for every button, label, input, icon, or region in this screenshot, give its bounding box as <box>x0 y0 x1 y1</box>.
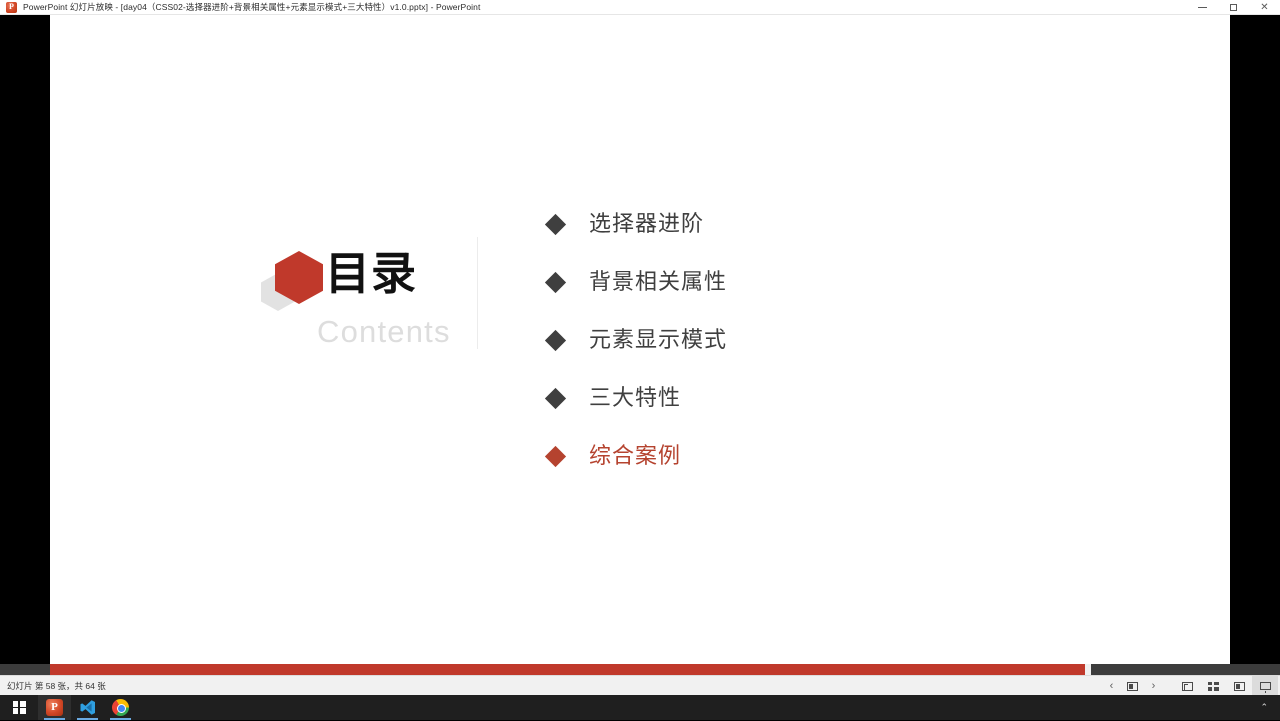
close-button[interactable]: ✕ <box>1249 0 1280 15</box>
hexagon-red-icon <box>275 251 323 304</box>
list-item-label: 选择器进阶 <box>589 211 705 237</box>
taskbar-powerpoint[interactable] <box>38 695 71 720</box>
chevron-right-icon: › <box>1151 679 1156 692</box>
list-item[interactable]: 元素显示模式 <box>544 321 965 360</box>
view-reading-button[interactable] <box>1226 676 1252 696</box>
minimize-button[interactable] <box>1187 0 1218 15</box>
table-of-contents-list: 选择器进阶 背景相关属性 元素显示模式 三大特性 综合案例 <box>544 205 965 476</box>
next-slide-button[interactable]: › <box>1143 676 1164 696</box>
slideshow-progress-handle[interactable] <box>1085 664 1091 675</box>
title-bar: PowerPoint 幻灯片放映 - [day04（CSS02-选择器进阶+背景… <box>0 0 1280 15</box>
slide-thumbnail-button[interactable] <box>1122 676 1143 696</box>
list-item-active[interactable]: 综合案例 <box>544 437 965 476</box>
diamond-bullet-icon <box>544 445 567 468</box>
slide-preview-icon <box>1127 681 1138 691</box>
vertical-divider <box>477 237 478 349</box>
list-item[interactable]: 三大特性 <box>544 379 965 418</box>
list-item[interactable]: 选择器进阶 <box>544 205 965 244</box>
slide-sorter-icon <box>1207 681 1219 691</box>
list-item[interactable]: 背景相关属性 <box>544 263 965 302</box>
windows-start-icon[interactable] <box>0 695 38 720</box>
contents-title-en: Contents <box>317 314 451 349</box>
view-slideshow-button[interactable] <box>1252 676 1278 696</box>
taskbar-vscode[interactable] <box>71 695 104 720</box>
diamond-bullet-icon <box>544 271 567 294</box>
show-hidden-icons-chevron[interactable]: ⌃ <box>1252 695 1276 720</box>
slideshow-progress-track[interactable] <box>0 664 1280 675</box>
normal-view-icon <box>1181 681 1193 691</box>
slide-canvas[interactable]: 目录 Contents 选择器进阶 背景相关属性 元素显示模式 三大特性 综合案… <box>50 15 1230 675</box>
hexagon-logo <box>261 251 323 313</box>
view-sorter-button[interactable] <box>1200 676 1226 696</box>
status-bar-controls: ‹ › <box>1101 676 1278 696</box>
powerpoint-icon <box>46 699 63 716</box>
previous-slide-button[interactable]: ‹ <box>1101 676 1122 696</box>
maximize-button[interactable] <box>1218 0 1249 15</box>
window-title: PowerPoint 幻灯片放映 - [day04（CSS02-选择器进阶+背景… <box>23 1 481 12</box>
taskbar-chrome[interactable] <box>104 695 137 720</box>
chrome-icon <box>112 699 129 716</box>
list-item-label: 综合案例 <box>589 443 682 469</box>
chevron-left-icon: ‹ <box>1109 679 1114 692</box>
windows-taskbar: ⌃ <box>0 695 1280 720</box>
status-bar: 幻灯片 第 58 张，共 64 张 ‹ › <box>0 675 1280 696</box>
slideshow-progress-fill <box>50 664 1088 675</box>
list-item-label: 元素显示模式 <box>589 327 728 353</box>
system-tray: ⌃ <box>1252 695 1276 720</box>
slideshow-stage[interactable]: 目录 Contents 选择器进阶 背景相关属性 元素显示模式 三大特性 综合案… <box>0 15 1280 675</box>
list-item-label: 三大特性 <box>589 385 682 411</box>
diamond-bullet-icon <box>544 387 567 410</box>
view-normal-button[interactable] <box>1174 676 1200 696</box>
diamond-bullet-icon <box>544 329 567 352</box>
contents-heading-block: 目录 Contents <box>255 243 485 368</box>
vscode-icon <box>79 699 96 716</box>
window-controls: ✕ <box>1187 0 1280 15</box>
contents-title-cn: 目录 <box>325 247 418 300</box>
slideshow-view-icon <box>1259 682 1271 693</box>
slide-counter: 幻灯片 第 58 张，共 64 张 <box>7 680 106 691</box>
reading-view-icon <box>1233 681 1245 691</box>
diamond-bullet-icon <box>544 213 567 236</box>
list-item-label: 背景相关属性 <box>589 269 728 295</box>
powerpoint-icon <box>6 1 17 13</box>
